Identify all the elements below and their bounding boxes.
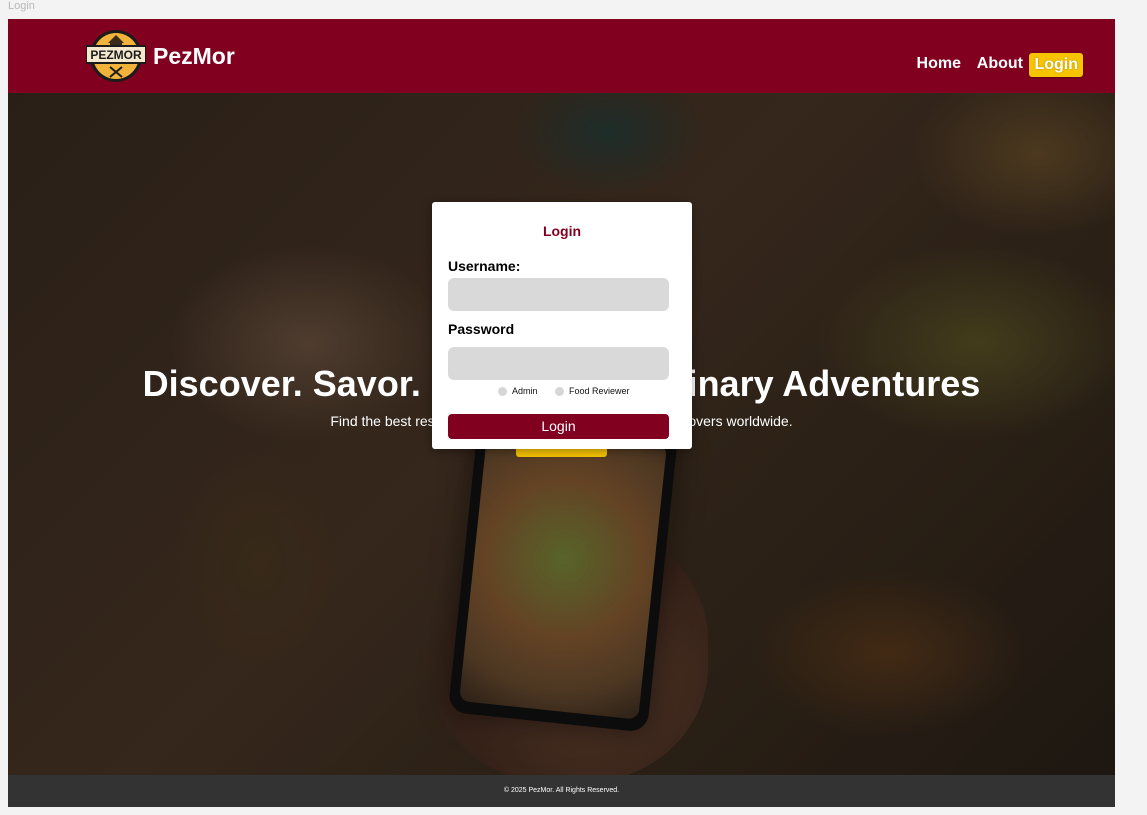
login-modal: Login Username: Password Admin Food Revi…: [432, 202, 692, 449]
brand-name[interactable]: PezMor: [153, 43, 235, 70]
logo-wordmark: PEZMOR: [90, 48, 142, 62]
role-selector: Admin Food Reviewer: [432, 386, 692, 400]
pezmor-logo[interactable]: PEZMOR: [86, 29, 146, 83]
role-reviewer-label: Food Reviewer: [569, 386, 630, 396]
role-admin-radio[interactable]: Admin: [498, 386, 538, 396]
role-admin-label: Admin: [512, 386, 538, 396]
radio-unchecked-icon: [498, 386, 507, 396]
login-submit-button[interactable]: Login: [448, 414, 669, 439]
login-modal-title: Login: [542, 223, 582, 239]
site-header: PEZMOR PezMor Home About Login: [8, 19, 1115, 93]
radio-unchecked-icon: [555, 386, 564, 396]
nav-home-link[interactable]: Home: [917, 55, 961, 73]
username-input[interactable]: [448, 278, 669, 311]
nav-about-link[interactable]: About: [977, 55, 1023, 73]
site-footer: © 2025 PezMor. All Rights Reserved.: [8, 775, 1115, 807]
role-reviewer-radio[interactable]: Food Reviewer: [555, 386, 630, 396]
nav-login-button[interactable]: Login: [1029, 53, 1083, 77]
password-input[interactable]: [448, 347, 669, 380]
username-label: Username:: [448, 258, 521, 274]
app-frame: PEZMOR PezMor Home About Login Discover.…: [8, 19, 1115, 807]
password-label: Password: [448, 321, 515, 337]
page-tab-caption: Login: [8, 0, 35, 12]
